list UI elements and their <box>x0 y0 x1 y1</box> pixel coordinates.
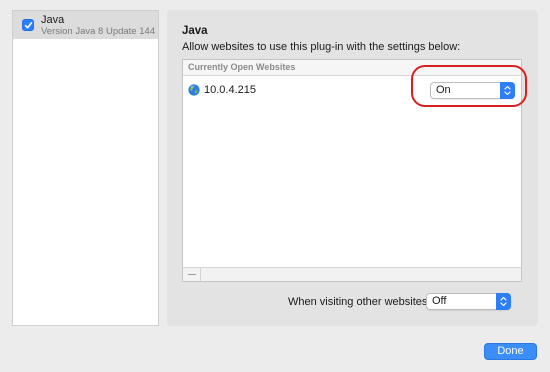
plugin-enabled-checkbox[interactable] <box>22 19 34 31</box>
panel-title: Java <box>182 25 208 37</box>
other-websites-select[interactable]: Off <box>426 293 511 310</box>
globe-icon <box>188 84 200 96</box>
updown-chevron-icon <box>500 82 515 99</box>
updown-chevron-icon <box>496 293 511 310</box>
table-row[interactable]: 10.0.4.215 On <box>183 77 521 103</box>
plugin-version: Version Java 8 Update 144... <box>41 26 156 37</box>
other-websites-label: When visiting other websites: <box>288 296 431 308</box>
done-button[interactable]: Done <box>484 343 537 360</box>
website-setting-value: On <box>436 84 451 96</box>
plugin-item-java[interactable]: Java Version Java 8 Update 144... <box>13 11 158 39</box>
websites-table-header: Currently Open Websites <box>183 60 521 76</box>
website-address: 10.0.4.215 <box>204 84 256 96</box>
websites-table: Currently Open Websites 10.0.4.215 On <box>182 59 522 282</box>
checkmark-icon <box>24 22 33 29</box>
remove-website-button[interactable] <box>183 268 201 281</box>
plugin-name: Java <box>41 14 65 26</box>
plugin-list: Java Version Java 8 Update 144... <box>12 10 159 326</box>
minus-icon <box>188 274 196 275</box>
other-websites-value: Off <box>432 295 447 307</box>
plugin-settings-panel: Java Allow websites to use this plug-in … <box>167 10 538 326</box>
panel-description: Allow websites to use this plug-in with … <box>182 41 461 53</box>
websites-table-footer <box>183 267 521 281</box>
column-header-currently-open-websites: Currently Open Websites <box>188 62 296 72</box>
website-setting-select[interactable]: On <box>430 82 515 99</box>
